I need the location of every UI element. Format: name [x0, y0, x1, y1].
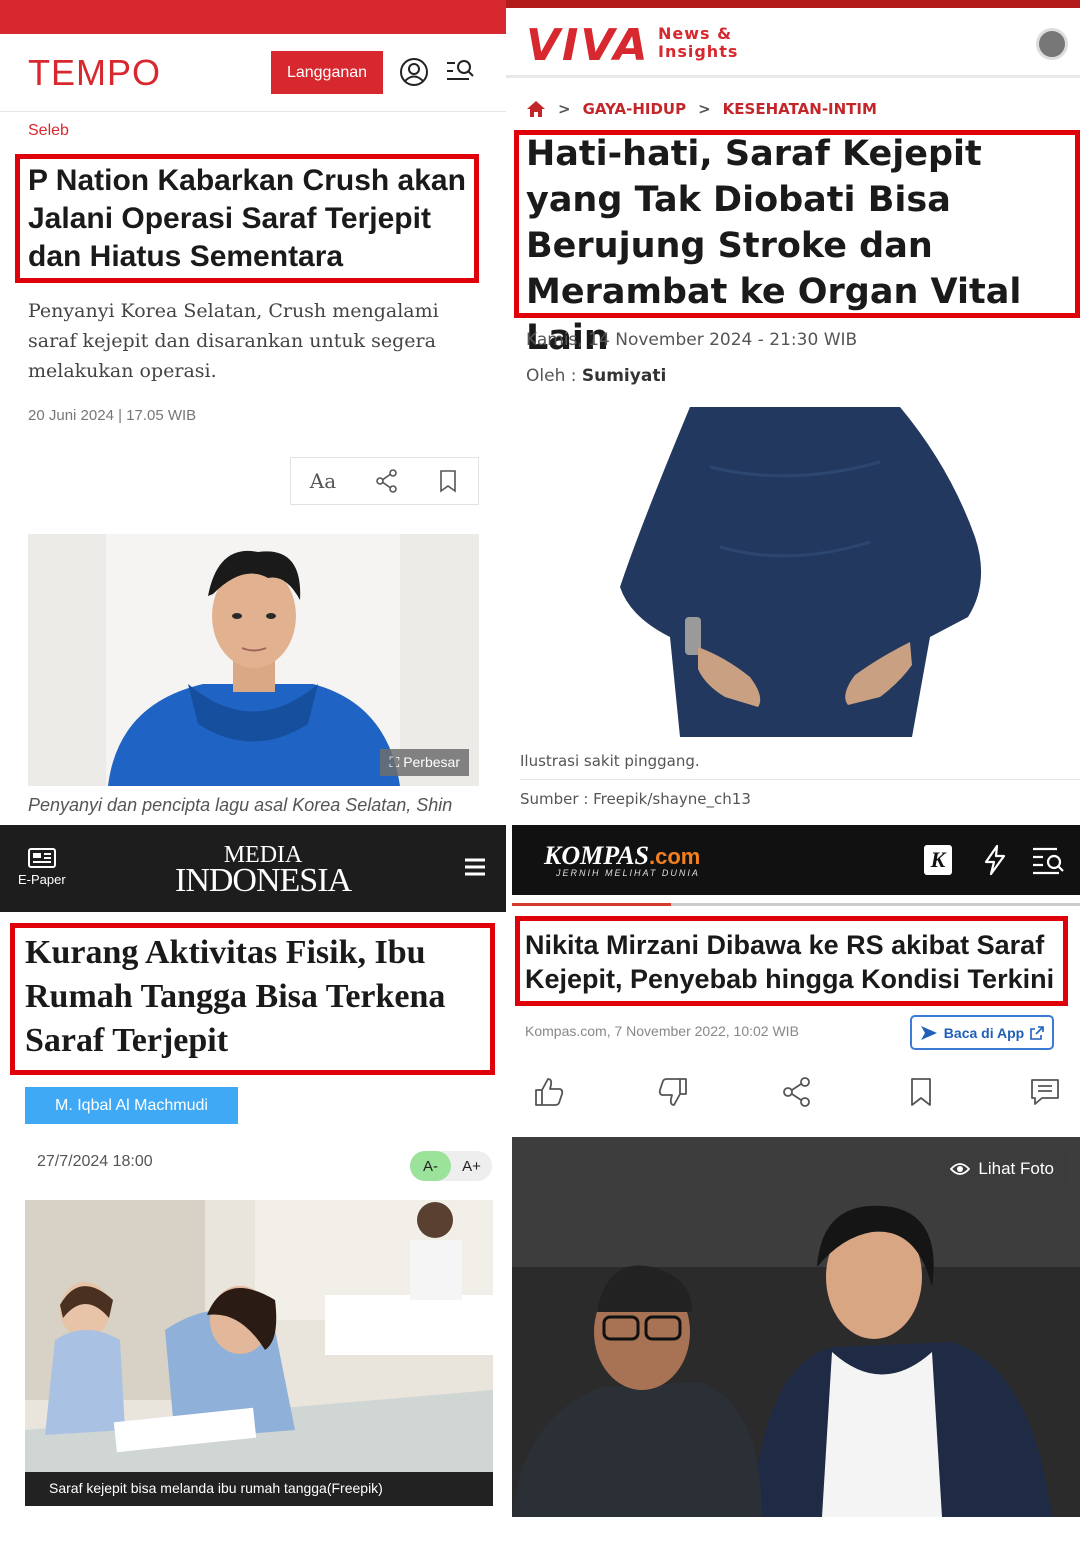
headline-highlight-box	[514, 130, 1080, 318]
viva-logo[interactable]: VIVA	[526, 20, 650, 71]
family-photo	[25, 1200, 493, 1472]
publish-date: 20 Juni 2024 | 17.05 WIB	[28, 407, 197, 424]
lightning-icon[interactable]	[976, 843, 1014, 877]
article-photo[interactable]: Lihat Foto	[512, 1137, 1080, 1517]
viva-top-line	[506, 0, 1080, 8]
subscribe-button[interactable]: Langganan	[271, 51, 383, 94]
epaper-button[interactable]: E-Paper	[18, 847, 66, 887]
comment-icon[interactable]	[1028, 1075, 1062, 1109]
search-menu-icon[interactable]	[444, 56, 476, 88]
bookmark-icon[interactable]	[437, 468, 459, 494]
kompas-header: KOMPAS.com JERNIH MELIHAT DUNIA K	[512, 825, 1080, 895]
hamburger-icon[interactable]	[464, 858, 486, 876]
font-size-toggle: A- A+	[410, 1151, 492, 1181]
view-photo-label: Lihat Foto	[978, 1159, 1054, 1178]
open-in-app-label: Baca di App	[943, 1024, 1025, 1041]
bookmark-icon[interactable]	[904, 1075, 938, 1109]
back-pain-photo	[520, 407, 1065, 737]
article-photo[interactable]: ⛶ Perbesar	[28, 534, 479, 786]
author-name[interactable]: Sumiyati	[582, 366, 666, 386]
kompas-logo[interactable]: KOMPAS.com	[544, 841, 700, 871]
viva-tagline-line1: News &	[658, 24, 733, 43]
newspaper-icon	[27, 848, 56, 868]
kompas-k-logo-icon	[920, 1025, 937, 1040]
dislike-icon[interactable]	[656, 1075, 690, 1109]
article-photo[interactable]	[25, 1200, 493, 1472]
open-in-app-button[interactable]: Baca di App	[910, 1015, 1054, 1050]
author-prefix: Oleh :	[526, 366, 577, 386]
author-line: Oleh : Sumiyati	[526, 366, 666, 386]
kompas-article-panel: KOMPAS.com JERNIH MELIHAT DUNIA K Nikita…	[512, 825, 1080, 1545]
media-indonesia-article-panel: E-Paper MEDIA INDONESIA Kurang Aktivitas…	[0, 825, 506, 1545]
kompas-app-icon[interactable]: K	[924, 845, 952, 875]
font-size-icon[interactable]: Aa	[310, 469, 336, 493]
search-menu-icon[interactable]	[1030, 843, 1068, 877]
photo-caption: Saraf kejepit bisa melanda ibu rumah tan…	[25, 1472, 493, 1506]
headline-highlight-box	[10, 923, 495, 1075]
eye-icon	[950, 1163, 971, 1175]
viva-tagline-line2: Insights	[658, 42, 739, 61]
breadcrumb-separator: >	[558, 100, 571, 118]
headline-highlight-box	[15, 154, 479, 283]
avatar[interactable]	[1036, 28, 1068, 60]
category-label[interactable]: Seleb	[28, 122, 69, 140]
font-decrease-button[interactable]: A-	[410, 1151, 451, 1181]
view-photo-button[interactable]: Lihat Foto	[936, 1151, 1068, 1187]
author-button[interactable]: M. Iqbal Al Machmudi	[25, 1087, 238, 1124]
viva-header: VIVA News & Insights	[506, 8, 1080, 78]
tempo-article-panel: TEMPO Langganan Seleb P Nation Kabarkan …	[0, 0, 506, 825]
publish-date: Kamis, 14 November 2024 - 21:30 WIB	[526, 330, 858, 350]
article-photo[interactable]	[520, 407, 1065, 737]
kompas-logo-suffix: .com	[649, 844, 701, 869]
external-link-icon	[1030, 1025, 1044, 1040]
kompas-logo-text: KOMPAS	[544, 841, 649, 870]
share-icon[interactable]	[374, 468, 400, 494]
home-icon[interactable]	[526, 100, 546, 118]
tempo-header: TEMPO Langganan	[0, 34, 506, 112]
publish-date: 27/7/2024 18:00	[37, 1153, 153, 1170]
font-increase-button[interactable]: A+	[451, 1151, 492, 1181]
photo-caption: Ilustrasi sakit pinggang.	[520, 752, 700, 770]
photo-caption: Penyanyi dan pencipta lagu asal Korea Se…	[28, 795, 453, 815]
share-icon[interactable]	[780, 1075, 814, 1109]
article-toolbar: Aa	[290, 457, 479, 505]
user-icon[interactable]	[398, 56, 430, 88]
news-photo	[512, 1137, 1080, 1517]
epaper-label: E-Paper	[18, 872, 66, 887]
mi-logo-line2: INDONESIA	[175, 862, 352, 899]
tempo-top-bar	[0, 0, 506, 34]
breadcrumb-separator: >	[698, 100, 711, 118]
breadcrumb-item-gaya-hidup[interactable]: GAYA-HIDUP	[583, 100, 687, 118]
kompas-tagline: JERNIH MELIHAT DUNIA	[556, 868, 700, 878]
publish-date: Kompas.com, 7 November 2022, 10:02 WIB	[525, 1023, 799, 1039]
enlarge-button[interactable]: ⛶ Perbesar	[380, 749, 469, 776]
kompas-accent-bar	[512, 903, 1080, 906]
mi-header: E-Paper MEDIA INDONESIA	[0, 825, 506, 912]
expand-icon: ⛶	[389, 754, 400, 770]
article-lead: Penyanyi Korea Selatan, Crush mengalami …	[28, 300, 439, 382]
photo-source: Sumber : Freepik/shayne_ch13	[520, 790, 751, 808]
viva-tagline: News & Insights	[658, 25, 738, 61]
caption-divider	[520, 779, 1080, 780]
like-icon[interactable]	[532, 1075, 566, 1109]
breadcrumb: > GAYA-HIDUP > KESEHATAN-INTIM	[526, 100, 877, 118]
article-action-bar	[532, 1075, 1062, 1117]
tempo-logo[interactable]: TEMPO	[28, 52, 161, 94]
breadcrumb-item-kesehatan-intim[interactable]: KESEHATAN-INTIM	[723, 100, 877, 118]
viva-article-panel: VIVA News & Insights > GAYA-HIDUP > KESE…	[506, 0, 1080, 825]
headline-highlight-box	[515, 916, 1068, 1006]
enlarge-label: Perbesar	[403, 754, 460, 770]
mi-logo[interactable]: MEDIA INDONESIA	[175, 842, 352, 899]
